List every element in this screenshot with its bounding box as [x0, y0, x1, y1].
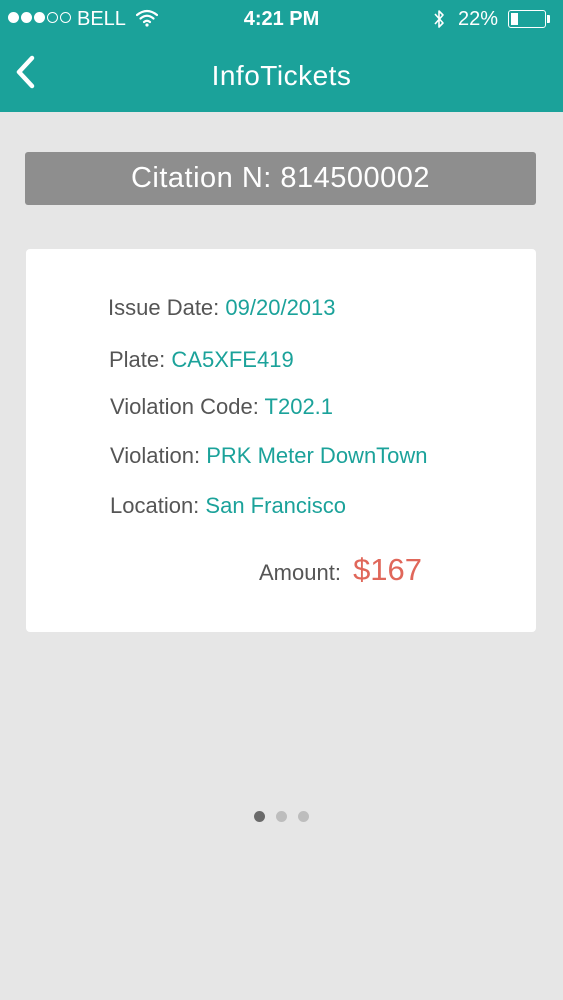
location-row: Location: San Francisco [110, 493, 346, 519]
plate-row: Plate: CA5XFE419 [109, 347, 294, 373]
battery-tip [547, 15, 550, 23]
violation-code-value: T202.1 [264, 394, 334, 419]
location-label: Location: [110, 493, 200, 518]
navigation-bar: InfoTickets [0, 44, 563, 112]
amount-value: $167 [353, 552, 423, 587]
violation-value: PRK Meter DownTown [206, 443, 428, 468]
app-header: BELL 4:21 PM 22% InfoTickets [0, 0, 563, 112]
violation-code-label: Violation Code: [110, 394, 259, 419]
page-title: InfoTickets [211, 60, 352, 91]
page-dot[interactable] [276, 811, 287, 822]
issue-date-value: 09/20/2013 [225, 295, 336, 320]
issue-date-label: Issue Date: [108, 295, 220, 320]
bluetooth-icon [434, 10, 444, 28]
page-dot[interactable] [254, 811, 265, 822]
plate-value: CA5XFE419 [171, 347, 294, 372]
page-indicator [254, 811, 309, 822]
plate-label: Plate: [109, 347, 166, 372]
location-value: San Francisco [205, 493, 347, 518]
issue-date-row: Issue Date: 09/20/2013 [108, 295, 336, 321]
battery-percentage: 22% [458, 8, 499, 30]
amount-label: Amount: [259, 560, 341, 585]
ticket-details-card: Issue Date: 09/20/2013 Plate: CA5XFE419 … [26, 249, 536, 632]
page-dot[interactable] [298, 811, 309, 822]
status-bar: BELL 4:21 PM 22% [0, 0, 563, 40]
violation-label: Violation: [110, 443, 201, 468]
battery-level [511, 13, 518, 25]
citation-number-banner: Citation N: 814500002 [25, 152, 536, 205]
battery-icon [508, 10, 546, 28]
violation-code-row: Violation Code: T202.1 [110, 394, 333, 420]
violation-row: Violation: PRK Meter DownTown [110, 443, 428, 469]
amount-row: Amount: $167 [259, 552, 422, 588]
